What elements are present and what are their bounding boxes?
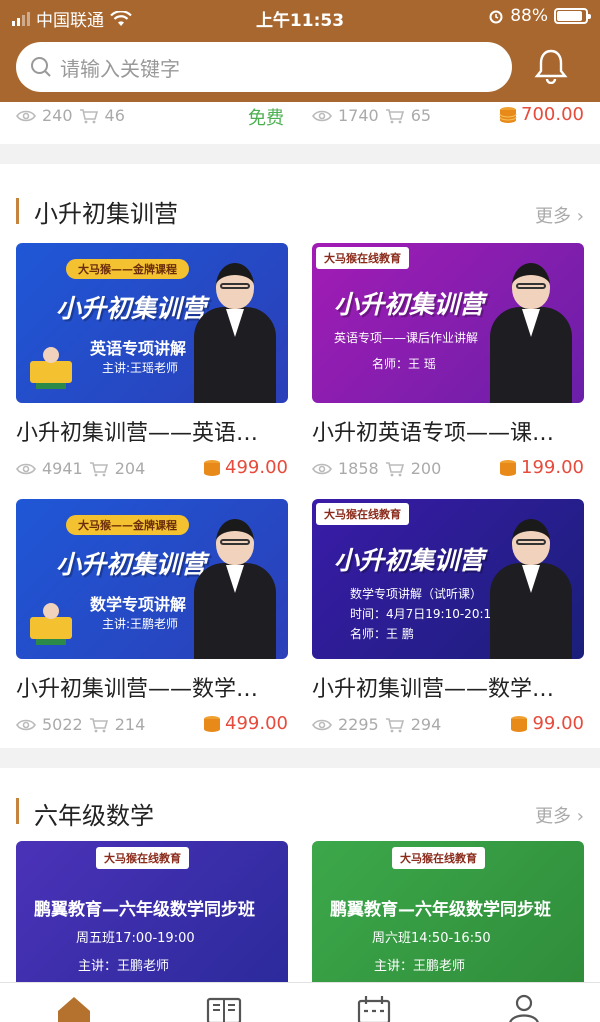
view-count: 2295 <box>338 715 379 734</box>
chevron-right-icon: › <box>576 806 584 827</box>
coin-icon <box>204 715 221 732</box>
course-card[interactable]: 大马猴在线教育 鹏翼教育—六年级数学同步班 周六班14:50-16:50 主讲：… <box>312 841 584 982</box>
search-input[interactable]: 请输入关键字 <box>16 42 512 92</box>
course-card[interactable]: 大马猴——金牌课程 小升初集训营 数学专项讲解 主讲:王鹏老师 小升初集训营——… <box>16 499 288 734</box>
eye-icon <box>16 463 36 474</box>
course-price: 499.00 <box>225 713 288 734</box>
content-scroll[interactable]: 240 46 免费 1740 65 700.00 小升初集训营 更多 › 大马猴… <box>0 102 600 982</box>
course-title: 小升初英语专项——课… <box>312 421 555 445</box>
home-icon[interactable] <box>54 993 94 1022</box>
alarm-icon <box>489 10 503 24</box>
more-link[interactable]: 更多 › <box>535 802 584 828</box>
calendar-icon[interactable] <box>354 993 394 1022</box>
eye-icon <box>16 110 36 121</box>
course-title: 小升初集训营——英语… <box>16 421 259 445</box>
cart-count: 204 <box>114 459 146 478</box>
bell-icon[interactable] <box>534 48 568 84</box>
course-banner: 大马猴——金牌课程 小升初集训营 英语专项讲解 主讲:王瑶老师 <box>16 243 288 403</box>
brand-logo: 大马猴在线教育 <box>316 247 409 269</box>
search-placeholder: 请输入关键字 <box>60 56 180 81</box>
teacher-photo <box>486 509 576 659</box>
cart-count: 214 <box>114 715 146 734</box>
coin-icon <box>204 459 221 476</box>
price-free: 免费 <box>248 108 284 129</box>
cart-count: 200 <box>410 459 442 478</box>
view-count: 5022 <box>42 715 83 734</box>
status-bar: 中国联通 上午11:53 88% <box>0 0 600 34</box>
brand-logo: 大马猴在线教育 <box>392 847 485 869</box>
section-accent-bar <box>16 198 19 224</box>
eye-icon <box>312 463 332 474</box>
course-card[interactable]: 大马猴在线教育 小升初集训营 英语专项——课后作业讲解 名师：王 瑶 小升初英语… <box>312 243 584 478</box>
teacher-photo <box>190 253 280 403</box>
eye-icon <box>312 719 332 730</box>
view-count: 1858 <box>338 459 379 478</box>
coin-icon <box>511 715 528 732</box>
user-icon[interactable] <box>504 993 544 1022</box>
course-banner: 大马猴——金牌课程 小升初集训营 数学专项讲解 主讲:王鹏老师 <box>16 499 288 659</box>
section-accent-bar <box>16 798 19 824</box>
brand-logo: 大马猴在线教育 <box>316 503 409 525</box>
coin-icon <box>499 106 517 123</box>
section-title: 六年级数学 <box>34 802 154 830</box>
course-banner: 大马猴在线教育 小升初集训营 英语专项——课后作业讲解 名师：王 瑶 <box>312 243 584 403</box>
view-count: 4941 <box>42 459 83 478</box>
book-icon[interactable] <box>204 993 244 1022</box>
chevron-right-icon: › <box>576 206 584 227</box>
course-banner: 大马猴在线教育 小升初集训营 数学专项讲解（试听课） 时间：4月7日19:10-… <box>312 499 584 659</box>
bottom-tab-bar <box>0 982 600 1022</box>
cart-icon <box>385 717 404 732</box>
teacher-photo <box>486 253 576 403</box>
course-card[interactable]: 大马猴在线教育 鹏翼教育—六年级数学同步班 周五班17:00-19:00 主讲：… <box>16 841 288 982</box>
brand-logo: 大马猴在线教育 <box>96 847 189 869</box>
battery-icon <box>554 8 591 24</box>
coin-icon <box>500 459 517 476</box>
battery-level <box>557 11 582 21</box>
section-title: 小升初集训营 <box>34 200 178 228</box>
course-price: 499.00 <box>225 457 288 478</box>
course-price: 199.00 <box>521 457 584 478</box>
course-card[interactable]: 大马猴——金牌课程 小升初集训营 英语专项讲解 主讲:王瑶老师 小升初集训营——… <box>16 243 288 478</box>
battery-percent: 88% <box>510 6 548 26</box>
cart-count: 294 <box>410 715 442 734</box>
cart-icon <box>89 717 108 732</box>
eye-icon <box>16 719 36 730</box>
section-grade6-math: 六年级数学 更多 › 大马猴在线教育 鹏翼教育—六年级数学同步班 周五班17:0… <box>0 768 600 982</box>
cart-icon <box>385 461 404 476</box>
kid-illustration <box>26 343 76 393</box>
cart-icon <box>79 108 98 123</box>
course-title: 小升初集训营——数学… <box>16 677 259 701</box>
kid-illustration <box>26 599 76 649</box>
search-icon <box>31 57 51 77</box>
cart-icon <box>385 108 404 123</box>
cart-icon <box>89 461 108 476</box>
teacher-photo <box>190 509 280 659</box>
course-title: 小升初集训营——数学… <box>312 677 555 701</box>
course-price: 99.00 <box>532 713 584 734</box>
section-xiaoshengchu: 小升初集训营 更多 › 大马猴——金牌课程 小升初集训营 英语专项讲解 主讲:王… <box>0 164 600 748</box>
previous-section-tail: 240 46 免费 1740 65 700.00 <box>0 102 600 144</box>
course-banner: 大马猴在线教育 鹏翼教育—六年级数学同步班 周五班17:00-19:00 主讲：… <box>16 841 288 982</box>
course-card[interactable]: 大马猴在线教育 小升初集训营 数学专项讲解（试听课） 时间：4月7日19:10-… <box>312 499 584 734</box>
more-link[interactable]: 更多 › <box>535 202 584 228</box>
eye-icon <box>312 110 332 121</box>
course-banner: 大马猴在线教育 鹏翼教育—六年级数学同步班 周六班14:50-16:50 主讲：… <box>312 841 584 982</box>
top-header: 中国联通 上午11:53 88% 请输入关键字 <box>0 0 600 102</box>
